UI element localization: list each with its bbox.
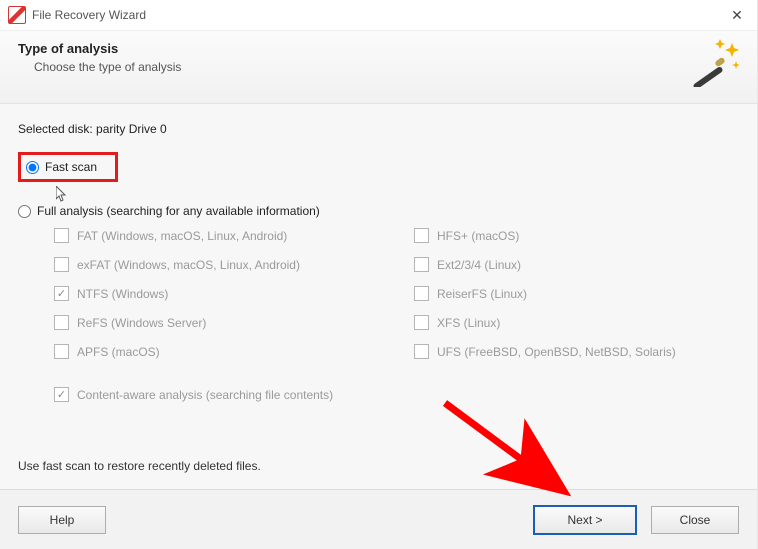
checkbox-icon: ✓ xyxy=(54,286,69,301)
titlebar: File Recovery Wizard ✕ xyxy=(0,0,757,31)
fs-xfs: XFS (Linux) xyxy=(414,315,714,330)
window-close-button[interactable]: ✕ xyxy=(717,0,757,30)
fast-scan-label[interactable]: Fast scan xyxy=(45,160,97,174)
full-analysis-row: Full analysis (searching for any availab… xyxy=(18,204,739,218)
wizard-footer: Help Next > Close xyxy=(0,489,757,549)
window-title: File Recovery Wizard xyxy=(32,8,717,22)
fs-apfs: APFS (macOS) xyxy=(54,344,394,359)
header-title: Type of analysis xyxy=(18,41,739,56)
checkbox-icon xyxy=(54,344,69,359)
hint-text: Use fast scan to restore recently delete… xyxy=(18,459,261,473)
checkbox-icon: ✓ xyxy=(54,387,69,402)
checkbox-icon xyxy=(54,315,69,330)
checkbox-icon xyxy=(414,344,429,359)
fs-hfs: HFS+ (macOS) xyxy=(414,228,714,243)
selected-disk-label: Selected disk: parity Drive 0 xyxy=(18,122,739,136)
content-aware-label: Content-aware analysis (searching file c… xyxy=(77,388,333,402)
fs-ext: Ext2/3/4 (Linux) xyxy=(414,257,714,272)
app-icon xyxy=(8,6,26,24)
next-button[interactable]: Next > xyxy=(533,505,637,535)
fs-ufs: UFS (FreeBSD, OpenBSD, NetBSD, Solaris) xyxy=(414,344,714,359)
fast-scan-highlight: Fast scan xyxy=(18,152,118,182)
wizard-header: Type of analysis Choose the type of anal… xyxy=(0,31,757,104)
wizard-window: File Recovery Wizard ✕ Type of analysis … xyxy=(0,0,758,549)
wand-icon xyxy=(691,39,739,87)
content-aware-row: ✓ Content-aware analysis (searching file… xyxy=(54,387,739,402)
checkbox-icon xyxy=(414,315,429,330)
checkbox-icon xyxy=(414,286,429,301)
filesystem-options: FAT (Windows, macOS, Linux, Android) HFS… xyxy=(54,228,739,359)
full-analysis-radio[interactable] xyxy=(18,205,31,218)
wizard-body: Selected disk: parity Drive 0 Fast scan … xyxy=(0,104,757,489)
checkbox-icon xyxy=(54,228,69,243)
fs-ntfs: ✓NTFS (Windows) xyxy=(54,286,394,301)
help-button[interactable]: Help xyxy=(18,506,106,534)
fast-scan-radio[interactable] xyxy=(26,161,39,174)
checkbox-icon xyxy=(54,257,69,272)
fast-scan-row: Fast scan xyxy=(18,152,739,182)
checkbox-icon xyxy=(414,228,429,243)
fs-reiser: ReiserFS (Linux) xyxy=(414,286,714,301)
fs-fat: FAT (Windows, macOS, Linux, Android) xyxy=(54,228,394,243)
fs-exfat: exFAT (Windows, macOS, Linux, Android) xyxy=(54,257,394,272)
close-button[interactable]: Close xyxy=(651,506,739,534)
full-analysis-label[interactable]: Full analysis (searching for any availab… xyxy=(37,204,320,218)
checkbox-icon xyxy=(414,257,429,272)
fs-refs: ReFS (Windows Server) xyxy=(54,315,394,330)
cursor-icon xyxy=(56,186,68,202)
header-subtitle: Choose the type of analysis xyxy=(34,60,739,74)
